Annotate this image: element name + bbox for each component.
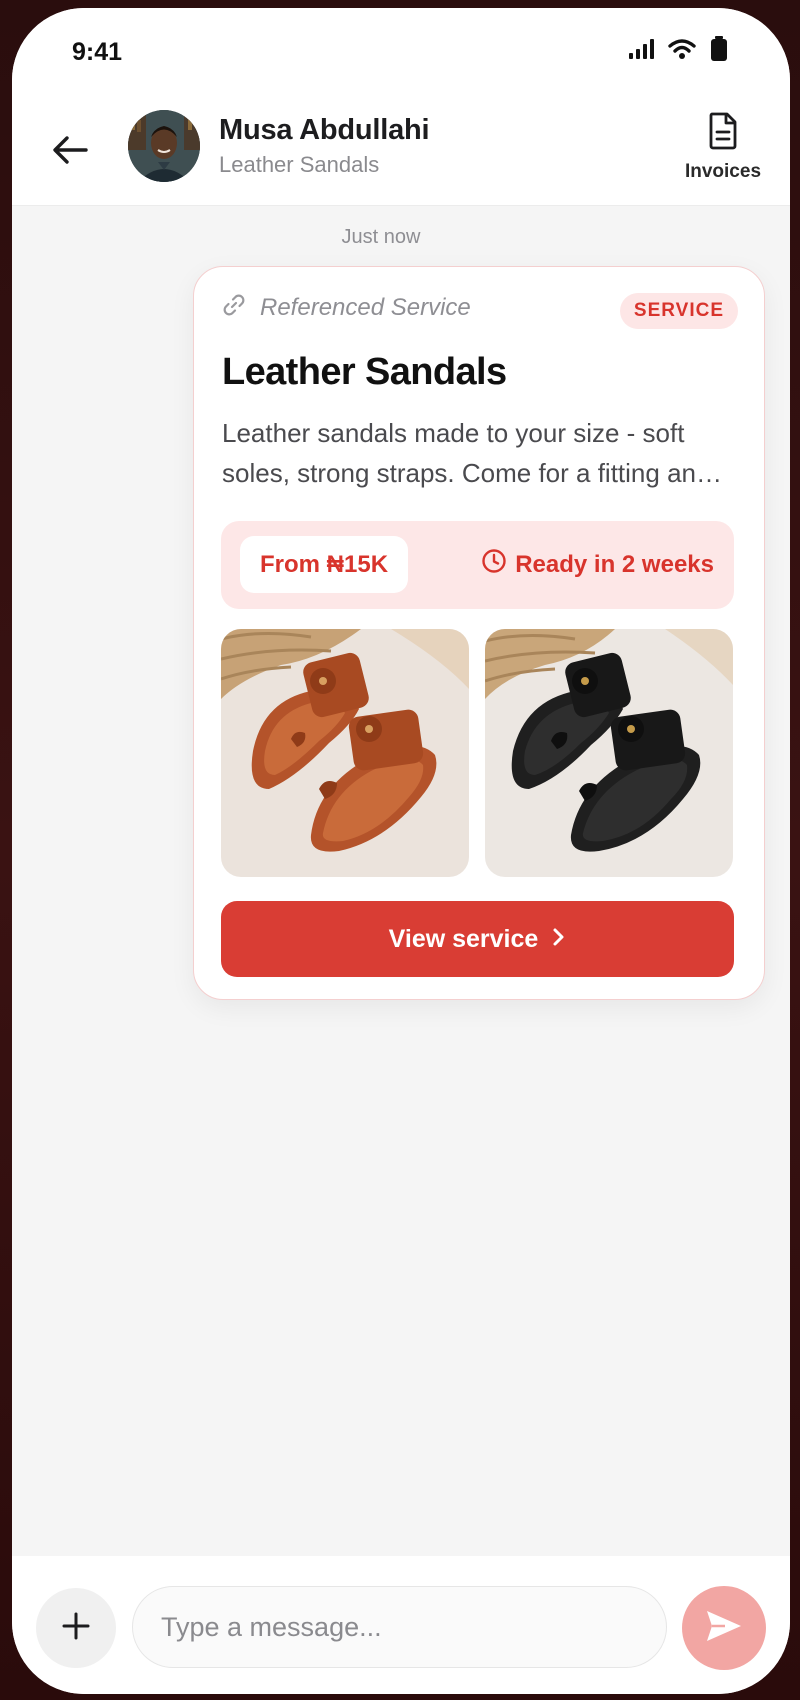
plus-icon bbox=[61, 1611, 91, 1646]
service-title: Leather Sandals bbox=[222, 351, 507, 393]
add-attachment-button[interactable] bbox=[36, 1588, 116, 1668]
document-icon bbox=[708, 112, 738, 155]
message-composer bbox=[12, 1556, 790, 1694]
price-pill: From ₦15K bbox=[240, 536, 409, 593]
clock-icon bbox=[481, 548, 507, 581]
status-bar: 9:41 bbox=[12, 8, 790, 100]
avatar[interactable] bbox=[128, 110, 200, 182]
ready-time-label: Ready in 2 weeks bbox=[515, 550, 714, 578]
contact-subtitle: Leather Sandals bbox=[219, 152, 380, 177]
invoices-label: Invoices bbox=[684, 161, 762, 182]
service-info-strip: From ₦15K Ready in 2 weeks bbox=[221, 521, 734, 609]
phone-screen: 9:41 Musa Abdullahi Leather Sandals Invo… bbox=[12, 8, 790, 1694]
invoices-button[interactable]: Invoices bbox=[678, 112, 768, 188]
service-image-black-sandals[interactable] bbox=[485, 629, 733, 877]
contact-name[interactable]: Musa Abdullahi bbox=[219, 114, 430, 147]
view-service-label: View service bbox=[388, 924, 539, 953]
view-service-button[interactable]: View service bbox=[221, 901, 734, 977]
back-button[interactable] bbox=[42, 124, 98, 180]
reference-row: Referenced Service bbox=[222, 293, 471, 322]
message-input[interactable] bbox=[132, 1586, 667, 1668]
service-image-brown-sandals[interactable] bbox=[221, 629, 469, 877]
wifi-icon bbox=[668, 38, 696, 60]
chevron-right-icon bbox=[552, 925, 566, 954]
cellular-signal-icon bbox=[628, 38, 654, 60]
send-button[interactable] bbox=[682, 1586, 766, 1670]
send-icon bbox=[705, 1609, 743, 1648]
service-badge: SERVICE bbox=[619, 293, 738, 329]
service-description: Leather sandals made to your size - soft… bbox=[222, 418, 711, 488]
status-icons bbox=[628, 36, 728, 62]
reference-label: Referenced Service bbox=[260, 293, 471, 321]
link-icon bbox=[222, 293, 246, 322]
referenced-service-card[interactable]: Referenced Service SERVICE Leather Sanda… bbox=[193, 266, 765, 1000]
message-timestamp: Just now bbox=[12, 226, 790, 249]
battery-icon bbox=[710, 36, 728, 62]
chat-header: Musa Abdullahi Leather Sandals Invoices bbox=[12, 100, 790, 206]
timestamp-text: Just now bbox=[341, 226, 421, 248]
ready-time: Ready in 2 weeks bbox=[481, 548, 714, 581]
arrow-left-icon bbox=[52, 135, 88, 170]
status-time: 9:41 bbox=[72, 38, 123, 66]
